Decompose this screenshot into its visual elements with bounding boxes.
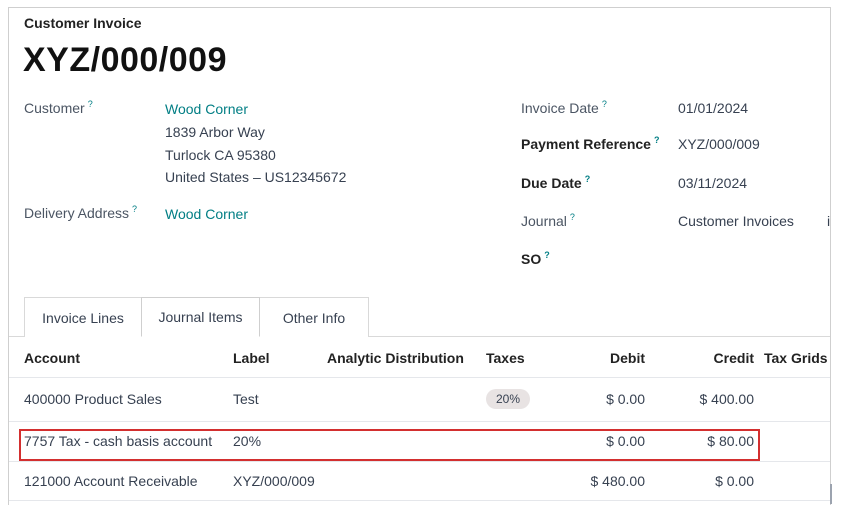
scrollbar-stub (830, 484, 832, 504)
address-line-1: 1839 Arbor Way (165, 124, 265, 140)
highlight-box (19, 429, 760, 461)
row-divider (9, 461, 830, 462)
due-date-value[interactable]: 03/11/2024 (678, 175, 747, 191)
help-icon[interactable]: ? (654, 135, 660, 145)
row3-credit[interactable]: $ 0.00 (669, 473, 754, 489)
help-icon[interactable]: ? (602, 99, 607, 109)
row1-account[interactable]: 400000 Product Sales (24, 391, 162, 407)
invoice-date-value[interactable]: 01/01/2024 (678, 100, 748, 116)
address-line-3: United States – US12345672 (165, 169, 347, 185)
row3-label[interactable]: XYZ/000/009 (233, 473, 315, 489)
tab-other-info[interactable]: Other Info (259, 297, 369, 337)
row3-debit[interactable]: $ 480.00 (569, 473, 646, 489)
tax-badge[interactable]: 20% (486, 389, 531, 409)
help-icon[interactable]: ? (570, 212, 575, 222)
payment-reference-value[interactable]: XYZ/000/009 (678, 136, 760, 152)
journal-value[interactable]: Customer Invoices (678, 213, 794, 229)
invoice-form: Customer Invoice XYZ/000/009 Customer? W… (8, 7, 831, 505)
document-number: XYZ/000/009 (23, 41, 227, 79)
delivery-address-label: Delivery Address? (24, 204, 138, 221)
payment-reference-label: Payment Reference? (521, 135, 660, 152)
column-credit[interactable]: Credit (669, 350, 754, 366)
column-debit[interactable]: Debit (569, 350, 645, 366)
customer-label: Customer? (24, 99, 93, 116)
document-type: Customer Invoice (24, 15, 142, 31)
row-divider (9, 421, 830, 422)
row1-debit[interactable]: $ 0.00 (569, 391, 645, 407)
delivery-address-link[interactable]: Wood Corner (165, 206, 248, 222)
column-label[interactable]: Label (233, 350, 270, 366)
column-account[interactable]: Account (24, 350, 80, 366)
invoice-date-label: Invoice Date? (521, 99, 607, 116)
column-analytic-distribution[interactable]: Analytic Distribution (327, 350, 464, 366)
journal-label: Journal? (521, 212, 575, 229)
so-label: SO? (521, 250, 550, 267)
help-icon[interactable]: ? (544, 250, 550, 260)
help-icon[interactable]: ? (585, 174, 591, 184)
due-date-label: Due Date? (521, 174, 591, 191)
address-line-2: Turlock CA 95380 (165, 147, 276, 163)
row1-credit[interactable]: $ 400.00 (669, 391, 755, 407)
help-icon[interactable]: ? (132, 204, 137, 214)
tab-journal-items[interactable]: Journal Items (141, 297, 260, 337)
column-taxes[interactable]: Taxes (486, 350, 525, 366)
row-divider (9, 377, 830, 378)
column-tax-grids[interactable]: Tax Grids (764, 350, 828, 366)
help-icon[interactable]: ? (88, 99, 93, 109)
tab-invoice-lines[interactable]: Invoice Lines (24, 297, 142, 337)
customer-name-link[interactable]: Wood Corner (165, 101, 248, 117)
cut-off-text: i (827, 213, 831, 229)
row-divider (9, 500, 830, 501)
row1-label[interactable]: Test (233, 391, 259, 407)
row3-account[interactable]: 121000 Account Receivable (24, 473, 198, 489)
